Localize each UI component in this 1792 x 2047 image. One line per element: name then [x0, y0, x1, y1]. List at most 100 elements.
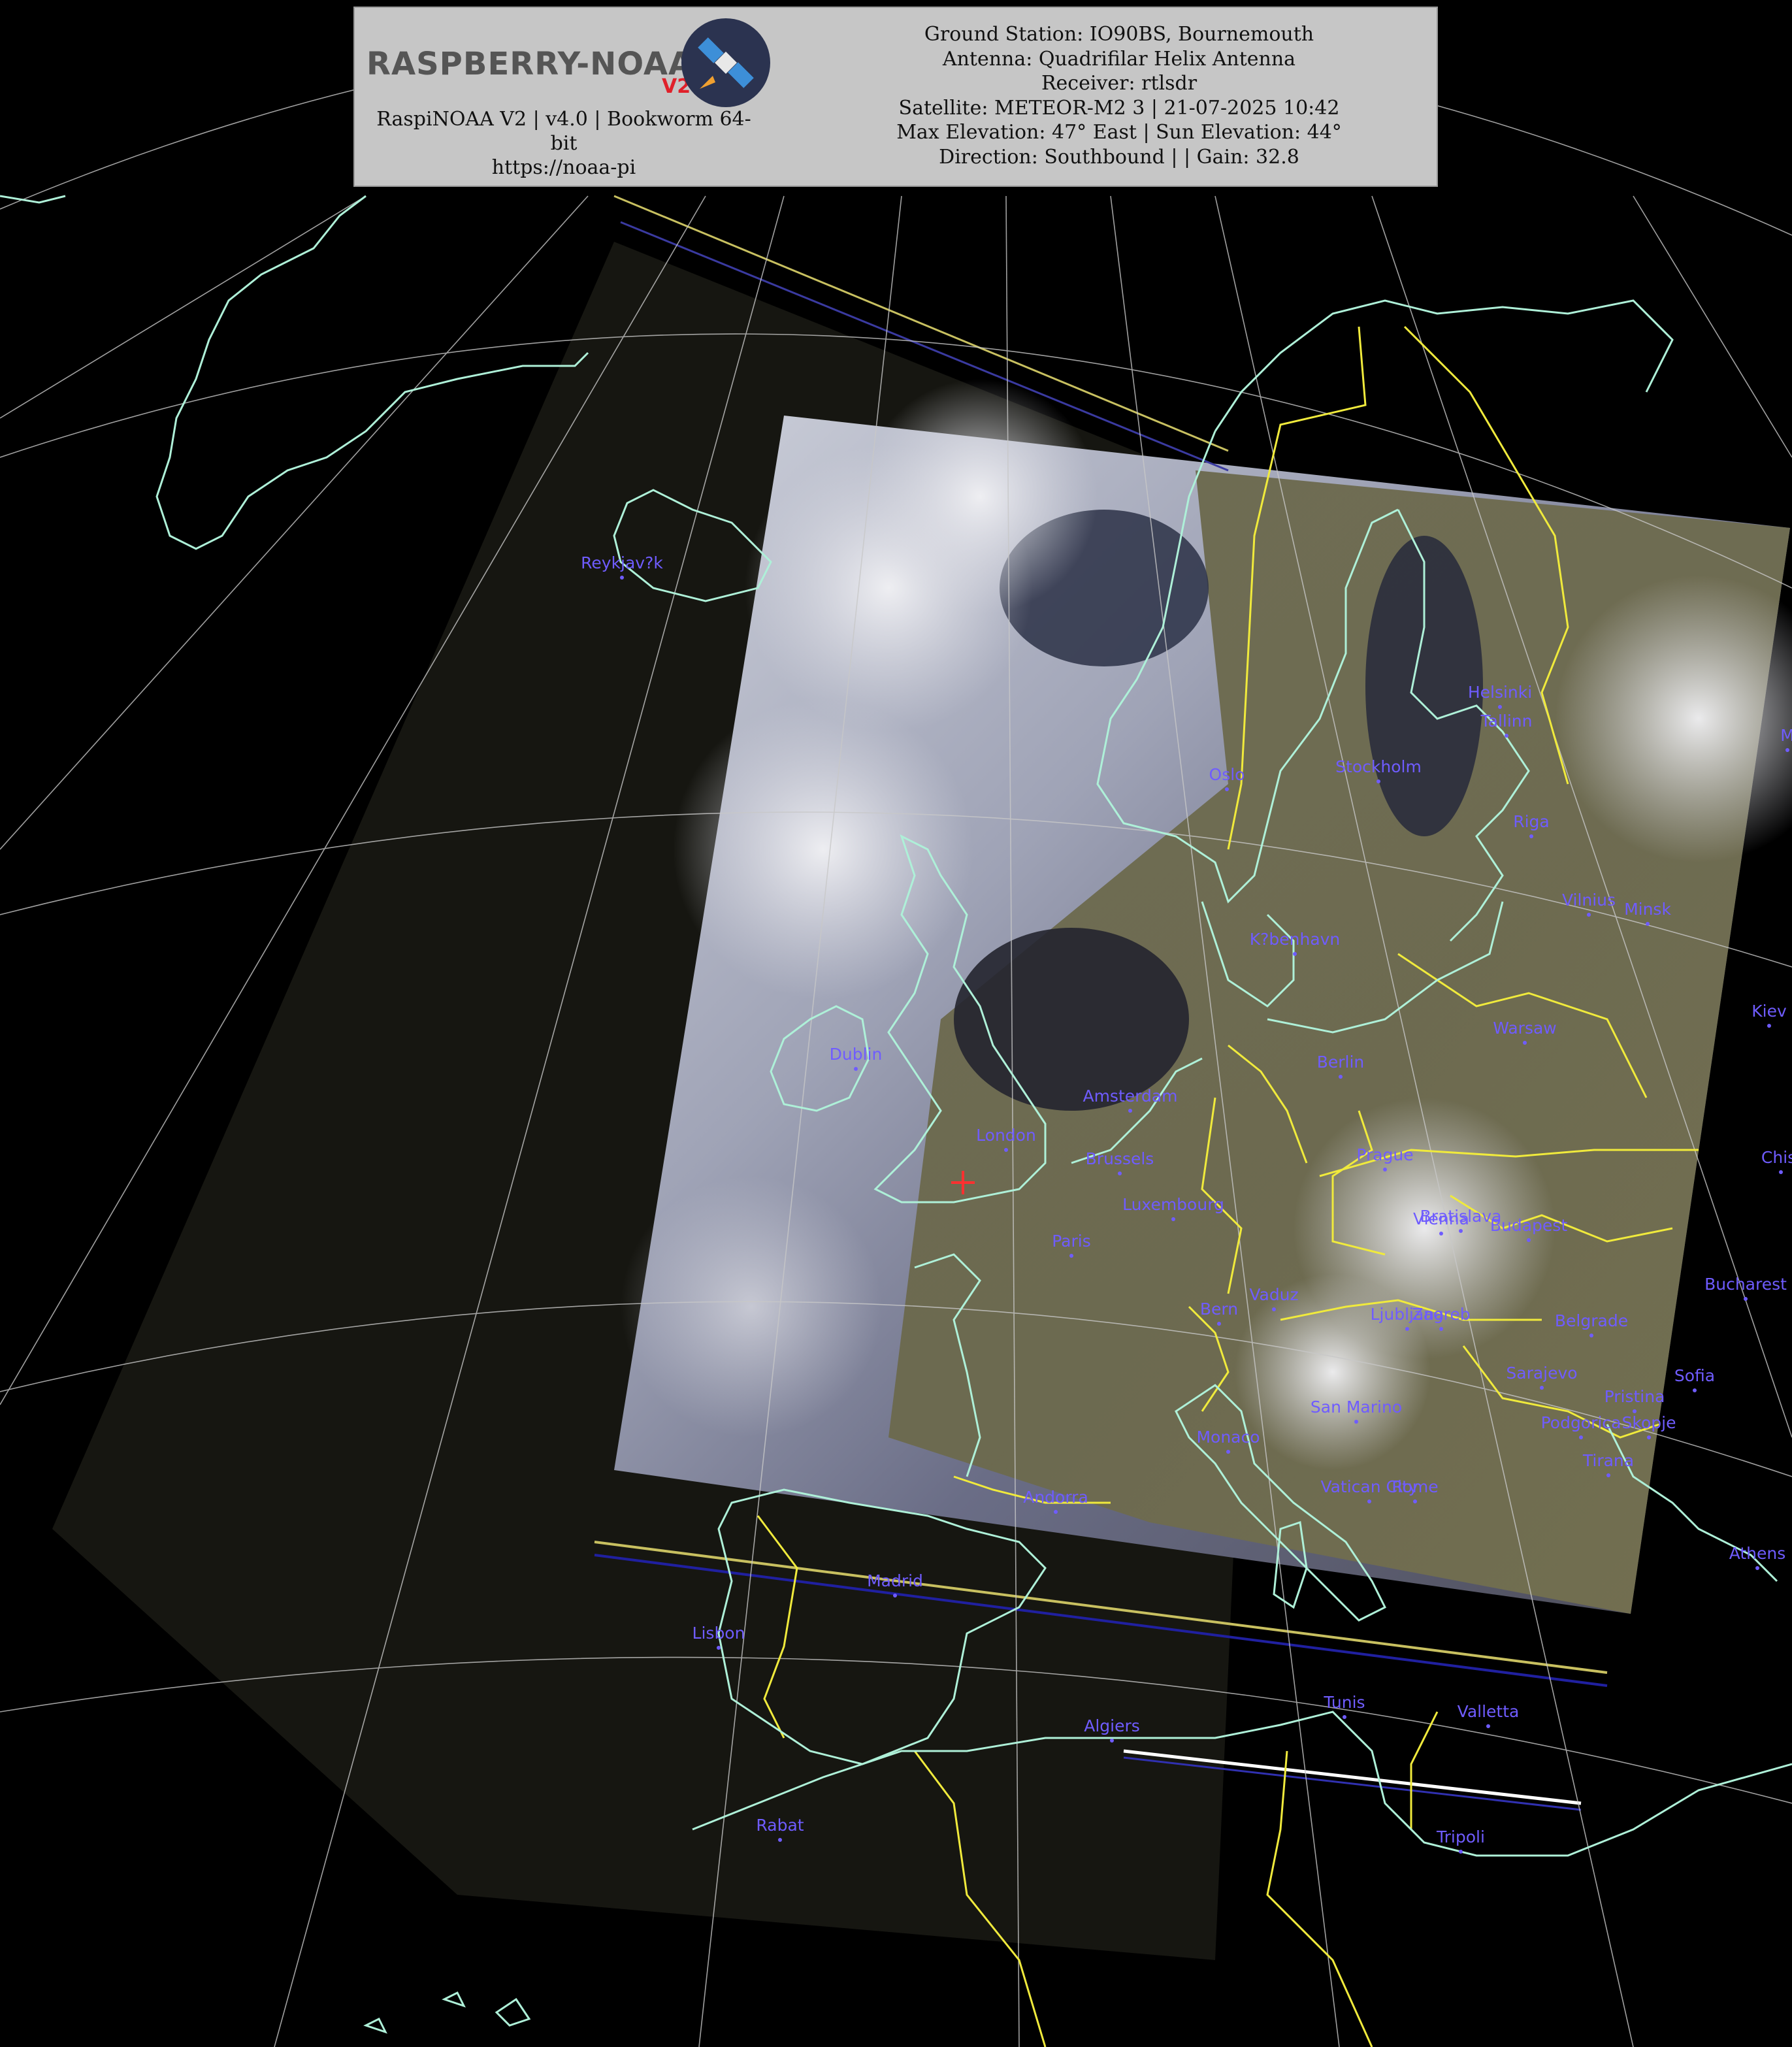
- city-label: Podgorica: [1540, 1413, 1621, 1432]
- city-label: Lisbon: [692, 1624, 745, 1643]
- city-label: Monaco: [1196, 1428, 1260, 1447]
- city-label: Tunis: [1324, 1693, 1365, 1712]
- dark-sea-area: [954, 928, 1189, 1111]
- ground-station-line: Ground Station: IO90BS, Bournemouth: [924, 23, 1314, 46]
- city-label: Tallinn: [1480, 712, 1533, 730]
- logo: RASPBERRY-NOAA V2: [360, 13, 778, 111]
- city-dot: [1128, 1109, 1132, 1113]
- weather-map: Reykjav?k Helsinki Tallinn Oslo Stockholm Rig…: [0, 0, 1792, 2047]
- city-label: Vaduz: [1249, 1285, 1299, 1304]
- city-label: Prague: [1356, 1145, 1414, 1164]
- city-dot: [1343, 1715, 1346, 1719]
- city-dot: [1272, 1307, 1276, 1311]
- city-label: Berlin: [1316, 1053, 1365, 1072]
- city-label: Kiev: [1751, 1002, 1787, 1021]
- city-dot: [1405, 1327, 1409, 1331]
- city-label: Bern: [1199, 1300, 1239, 1318]
- city-dot: [1459, 1850, 1463, 1854]
- city-dot: [1523, 1041, 1527, 1045]
- city-dot: [1110, 1739, 1114, 1743]
- city-label: San Marino: [1310, 1398, 1403, 1417]
- city-dot: [1004, 1148, 1008, 1152]
- city-dot: [778, 1838, 782, 1842]
- cloud-area: [862, 379, 1098, 614]
- city-dot: [1540, 1386, 1544, 1390]
- city-label: Oslo: [1209, 765, 1245, 784]
- header-panel: RASPBERRY-NOAA V2 RaspiNOAA V2 | v4.0 | …: [353, 7, 1438, 187]
- city-label: Valletta: [1457, 1702, 1520, 1721]
- direction-line: Direction: Southbound | | Gain: 32.8: [939, 145, 1299, 169]
- city-dot: [1527, 1238, 1531, 1242]
- city-label: Belgrade: [1554, 1311, 1629, 1330]
- city-dot: [854, 1067, 858, 1071]
- city-dot: [1606, 1473, 1610, 1477]
- city-label: Andorra: [1023, 1488, 1088, 1507]
- city-dot: [1226, 1450, 1230, 1454]
- satellite-line: Satellite: METEOR-M2 3 | 21-07-2025 10:4…: [898, 96, 1340, 120]
- antenna-line: Antenna: Quadrifilar Helix Antenna: [942, 47, 1296, 71]
- city-dot: [893, 1594, 897, 1597]
- city-dot: [620, 576, 624, 580]
- city-dot: [1413, 1499, 1417, 1503]
- city-dot: [1693, 1388, 1697, 1392]
- crosshair-icon: [951, 1171, 975, 1194]
- city-label: Bucharest: [1704, 1275, 1787, 1294]
- city-dot: [1217, 1322, 1221, 1326]
- logo-text: RASPBERRY-NOAA: [367, 46, 694, 82]
- city-dot: [1377, 779, 1380, 783]
- city-label: Warsaw: [1493, 1019, 1557, 1038]
- city-label: Amsterdam: [1083, 1087, 1178, 1105]
- city-dot: [1171, 1217, 1175, 1221]
- pass-info: Ground Station: IO90BS, Bournemouth Ante…: [812, 22, 1426, 169]
- city-label: Reykjav?k: [581, 553, 663, 572]
- city-label: Paris: [1052, 1232, 1091, 1251]
- city-label: Sofia: [1674, 1366, 1716, 1385]
- city-label: M: [1780, 726, 1792, 745]
- city-dot: [1354, 1420, 1358, 1424]
- city-dot: [1589, 1334, 1593, 1337]
- software-info: RaspiNOAA V2 | v4.0 | Bookworm 64- bit h…: [360, 107, 768, 180]
- city-label: Dublin: [829, 1045, 883, 1064]
- city-label: Stockholm: [1335, 757, 1422, 776]
- software-line: bit: [550, 132, 578, 155]
- city-label: Minsk: [1624, 900, 1671, 919]
- city-dot: [1054, 1510, 1058, 1514]
- city-label: Vilnius: [1561, 891, 1616, 909]
- city-label: Budapest: [1490, 1216, 1568, 1235]
- city-dot: [1647, 1435, 1651, 1439]
- software-line: https://noaa-pi: [491, 156, 636, 179]
- city-label: Rome: [1392, 1477, 1439, 1496]
- city-dot: [1646, 922, 1650, 926]
- city-dot: [1225, 787, 1229, 791]
- city-label: Helsinki: [1467, 683, 1533, 702]
- city-label: Zagreb: [1412, 1305, 1471, 1324]
- receiver-line: Receiver: rtlsdr: [1041, 72, 1197, 95]
- city-dot: [1744, 1297, 1748, 1301]
- city-label: Tripoli: [1437, 1827, 1485, 1846]
- city-label: K?benhavn: [1249, 930, 1341, 949]
- city-dot: [1439, 1232, 1443, 1236]
- city-label: London: [976, 1126, 1036, 1145]
- city-dot: [1779, 1170, 1783, 1174]
- city-dot: [1755, 1566, 1759, 1570]
- cloud-area: [621, 1176, 882, 1437]
- city-dot: [1505, 734, 1508, 738]
- city-dot: [1579, 1435, 1583, 1439]
- city-dot: [1367, 1499, 1371, 1503]
- city-dot: [1293, 952, 1297, 956]
- city-dot: [1785, 748, 1789, 752]
- city-dot: [1486, 1724, 1490, 1728]
- city-label: Sarajevo: [1506, 1364, 1578, 1383]
- elevation-line: Max Elevation: 47° East | Sun Elevation:…: [896, 121, 1342, 144]
- city-dot: [1498, 705, 1502, 709]
- city-dot: [1439, 1327, 1443, 1331]
- city-label: Vienna: [1413, 1209, 1469, 1228]
- city-dot: [717, 1646, 721, 1650]
- city-label: Madrid: [867, 1571, 923, 1590]
- city-label: Riga: [1513, 812, 1550, 831]
- city-dot: [1339, 1075, 1343, 1079]
- city-dot: [1459, 1229, 1463, 1233]
- city-dot: [1069, 1254, 1073, 1258]
- city-dot: [1383, 1168, 1387, 1171]
- city-dot: [1587, 913, 1591, 917]
